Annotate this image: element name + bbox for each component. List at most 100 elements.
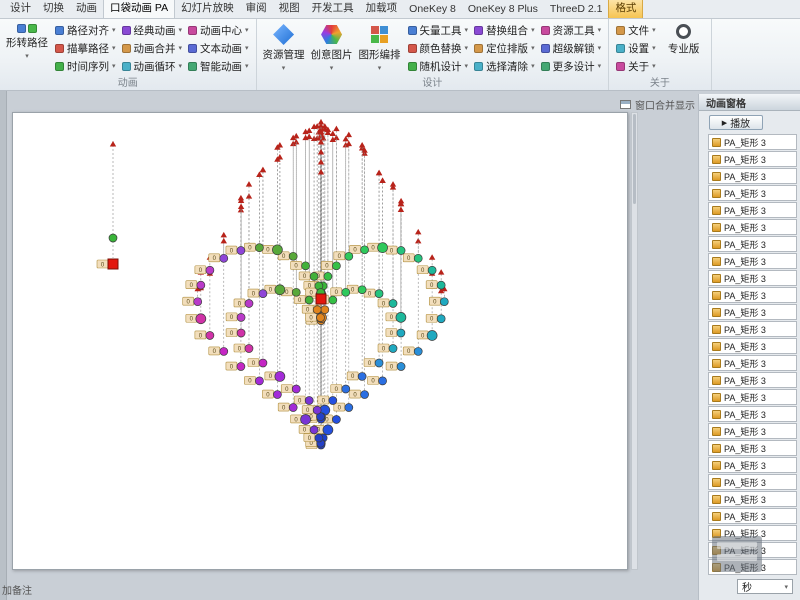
ribbon-small-button[interactable]: 超级解锁▾ xyxy=(538,40,605,57)
animation-item[interactable]: PA_矩形 3 xyxy=(708,270,797,286)
collapsed-thumbnails-strip[interactable] xyxy=(0,91,7,600)
heart-dot[interactable] xyxy=(440,298,448,306)
heart-dot[interactable] xyxy=(329,397,337,405)
heart-dot[interactable] xyxy=(358,372,366,380)
ribbon-small-button[interactable]: 经典动画▾ xyxy=(119,22,186,39)
animation-item[interactable]: PA_矩形 3 xyxy=(708,321,797,337)
heart-dot[interactable] xyxy=(397,363,405,371)
animation-item[interactable]: PA_矩形 3 xyxy=(708,508,797,524)
heart-dot[interactable] xyxy=(397,247,405,255)
creative-picture-button[interactable]: 创意图片 ▾ xyxy=(309,21,355,77)
heart-dot[interactable] xyxy=(237,247,245,255)
heart-dot[interactable] xyxy=(345,252,353,260)
ribbon-small-button[interactable]: 替换组合▾ xyxy=(471,22,538,39)
ribbon-small-button[interactable]: 动画中心▾ xyxy=(185,22,252,39)
heart-dot[interactable] xyxy=(275,371,285,381)
animation-item[interactable]: PA_矩形 3 xyxy=(708,440,797,456)
heart-dot[interactable] xyxy=(289,252,297,260)
heart-dot[interactable] xyxy=(197,281,205,289)
tab-7[interactable]: 开发工具 xyxy=(306,0,360,18)
heart-dot[interactable] xyxy=(316,314,324,322)
animation-item[interactable]: PA_矩形 3 xyxy=(708,253,797,269)
heart-dot[interactable] xyxy=(428,266,436,274)
heart-dot[interactable] xyxy=(272,245,282,255)
heart-dot[interactable] xyxy=(313,406,321,414)
heart-dot[interactable] xyxy=(305,397,313,405)
heart-dot[interactable] xyxy=(378,243,388,253)
tab-8[interactable]: 加载项 xyxy=(360,0,404,18)
heart-dot[interactable] xyxy=(237,329,245,337)
heart-dot[interactable] xyxy=(302,262,310,270)
animation-item[interactable]: PA_矩形 3 xyxy=(708,236,797,252)
animation-item[interactable]: PA_矩形 3 xyxy=(708,219,797,235)
ribbon-small-button[interactable]: 设置▾ xyxy=(613,40,659,57)
animation-item[interactable]: PA_矩形 3 xyxy=(708,202,797,218)
animation-item[interactable]: PA_矩形 3 xyxy=(708,423,797,439)
heart-dot[interactable] xyxy=(194,298,202,306)
animation-item[interactable]: PA_矩形 3 xyxy=(708,151,797,167)
animation-item[interactable]: PA_矩形 3 xyxy=(708,457,797,473)
heart-dot[interactable] xyxy=(245,299,253,307)
heart-dot[interactable] xyxy=(324,272,332,280)
selected-shape[interactable] xyxy=(108,259,118,269)
heart-dot[interactable] xyxy=(220,254,228,262)
heart-dot[interactable] xyxy=(275,285,285,295)
heart-dot[interactable] xyxy=(259,359,267,367)
heart-dot[interactable] xyxy=(255,244,263,252)
tab-11[interactable]: ThreeD 2.1 xyxy=(544,1,609,18)
play-button[interactable]: ▶ 播放 xyxy=(709,115,763,130)
heart-dot[interactable] xyxy=(305,296,313,304)
resource-manager-button[interactable]: 资源管理 ▾ xyxy=(261,21,307,77)
heart-dot[interactable] xyxy=(109,234,117,242)
scrollbar-thumb[interactable] xyxy=(633,114,636,204)
tab-3[interactable]: 口袋动画 PA xyxy=(103,0,175,18)
ribbon-small-button[interactable]: 更多设计▾ xyxy=(538,58,605,75)
ribbon-small-button[interactable]: 选择清除▾ xyxy=(471,58,538,75)
heart-dot[interactable] xyxy=(237,313,245,321)
ribbon-small-button[interactable]: 关于▾ xyxy=(613,58,659,75)
heart-dot[interactable] xyxy=(342,288,350,296)
animation-item[interactable]: PA_矩形 3 xyxy=(708,134,797,150)
heart-dot[interactable] xyxy=(310,272,318,280)
heart-dot[interactable] xyxy=(332,415,340,423)
selected-shape[interactable] xyxy=(316,294,326,304)
heart-dot[interactable] xyxy=(237,363,245,371)
heart-dot[interactable] xyxy=(361,246,369,254)
animation-item[interactable]: PA_矩形 3 xyxy=(708,474,797,490)
tab-4[interactable]: 幻灯片放映 xyxy=(175,0,240,18)
ribbon-small-button[interactable]: 描摹路径▾ xyxy=(52,40,119,57)
tab-9[interactable]: OneKey 8 xyxy=(403,1,462,18)
heart-dot[interactable] xyxy=(361,391,369,399)
animation-item[interactable]: PA_矩形 3 xyxy=(708,491,797,507)
animation-item[interactable]: PA_矩形 3 xyxy=(708,389,797,405)
heart-dot[interactable] xyxy=(259,290,267,298)
ribbon-small-button[interactable]: 随机设计▾ xyxy=(405,58,472,75)
heart-dot[interactable] xyxy=(375,359,383,367)
animation-item[interactable]: PA_矩形 3 xyxy=(708,185,797,201)
seconds-dropdown[interactable]: 秒 ▾ xyxy=(737,579,793,594)
heart-dot[interactable] xyxy=(196,314,206,324)
heart-dot[interactable] xyxy=(332,262,340,270)
ribbon-small-button[interactable]: 矢量工具▾ xyxy=(405,22,472,39)
heart-dot[interactable] xyxy=(206,331,214,339)
heart-dot[interactable] xyxy=(255,377,263,385)
heart-dot[interactable] xyxy=(379,377,387,385)
ribbon-small-button[interactable]: 颜色替换▾ xyxy=(405,40,472,57)
tab-12[interactable]: 格式 xyxy=(608,0,643,18)
heart-dot[interactable] xyxy=(323,425,333,435)
animation-item[interactable]: PA_矩形 3 xyxy=(708,287,797,303)
tab-1[interactable]: 切换 xyxy=(37,0,70,18)
heart-dot[interactable] xyxy=(375,290,383,298)
heart-dot[interactable] xyxy=(310,426,318,434)
heart-dot[interactable] xyxy=(345,404,353,412)
animation-item[interactable]: PA_矩形 3 xyxy=(708,304,797,320)
tab-6[interactable]: 视图 xyxy=(273,0,306,18)
heart-dot[interactable] xyxy=(396,312,406,322)
shape-to-path-button[interactable]: 形转路径 ▾ xyxy=(4,21,50,77)
heart-dot[interactable] xyxy=(427,330,437,340)
heart-dot[interactable] xyxy=(292,288,300,296)
animation-item[interactable]: PA_矩形 3 xyxy=(708,406,797,422)
heart-dot[interactable] xyxy=(437,315,445,323)
heart-dot[interactable] xyxy=(301,414,311,424)
heart-dot[interactable] xyxy=(358,286,366,294)
